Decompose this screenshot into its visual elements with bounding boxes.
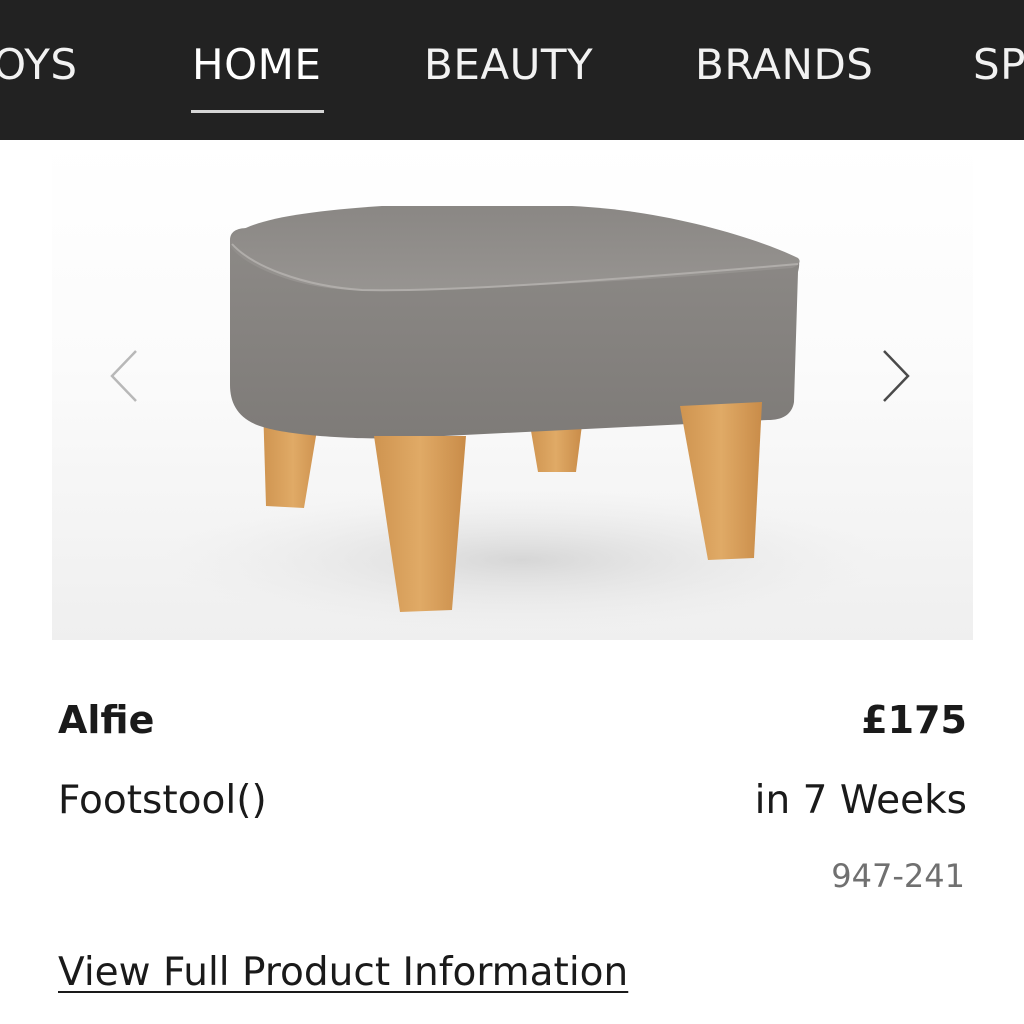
- carousel-prev-button[interactable]: [108, 348, 140, 408]
- product-price: £175: [861, 698, 967, 742]
- active-tab-indicator: [191, 110, 324, 113]
- product-name: Alfie: [58, 698, 155, 742]
- chevron-left-icon: [110, 350, 137, 402]
- nav-item-brands[interactable]: BRANDS: [695, 44, 873, 86]
- product-code: 947-241: [831, 857, 965, 895]
- nav-item-sports[interactable]: SP: [973, 44, 1024, 86]
- chevron-right-icon: [883, 350, 910, 402]
- product-type: Footstool(): [58, 778, 267, 823]
- nav-item-toys[interactable]: OYS: [0, 44, 78, 86]
- nav-item-home[interactable]: HOME: [192, 44, 321, 86]
- nav-item-beauty[interactable]: BEAUTY: [424, 44, 593, 86]
- carousel-next-button[interactable]: [880, 348, 912, 408]
- category-nav: OYS HOME BEAUTY BRANDS SP: [0, 0, 1024, 140]
- product-image-carousel[interactable]: [52, 140, 973, 640]
- delivery-estimate: in 7 Weeks: [754, 778, 967, 823]
- product-image: [162, 206, 882, 630]
- view-full-product-info-link[interactable]: View Full Product Information: [58, 950, 628, 995]
